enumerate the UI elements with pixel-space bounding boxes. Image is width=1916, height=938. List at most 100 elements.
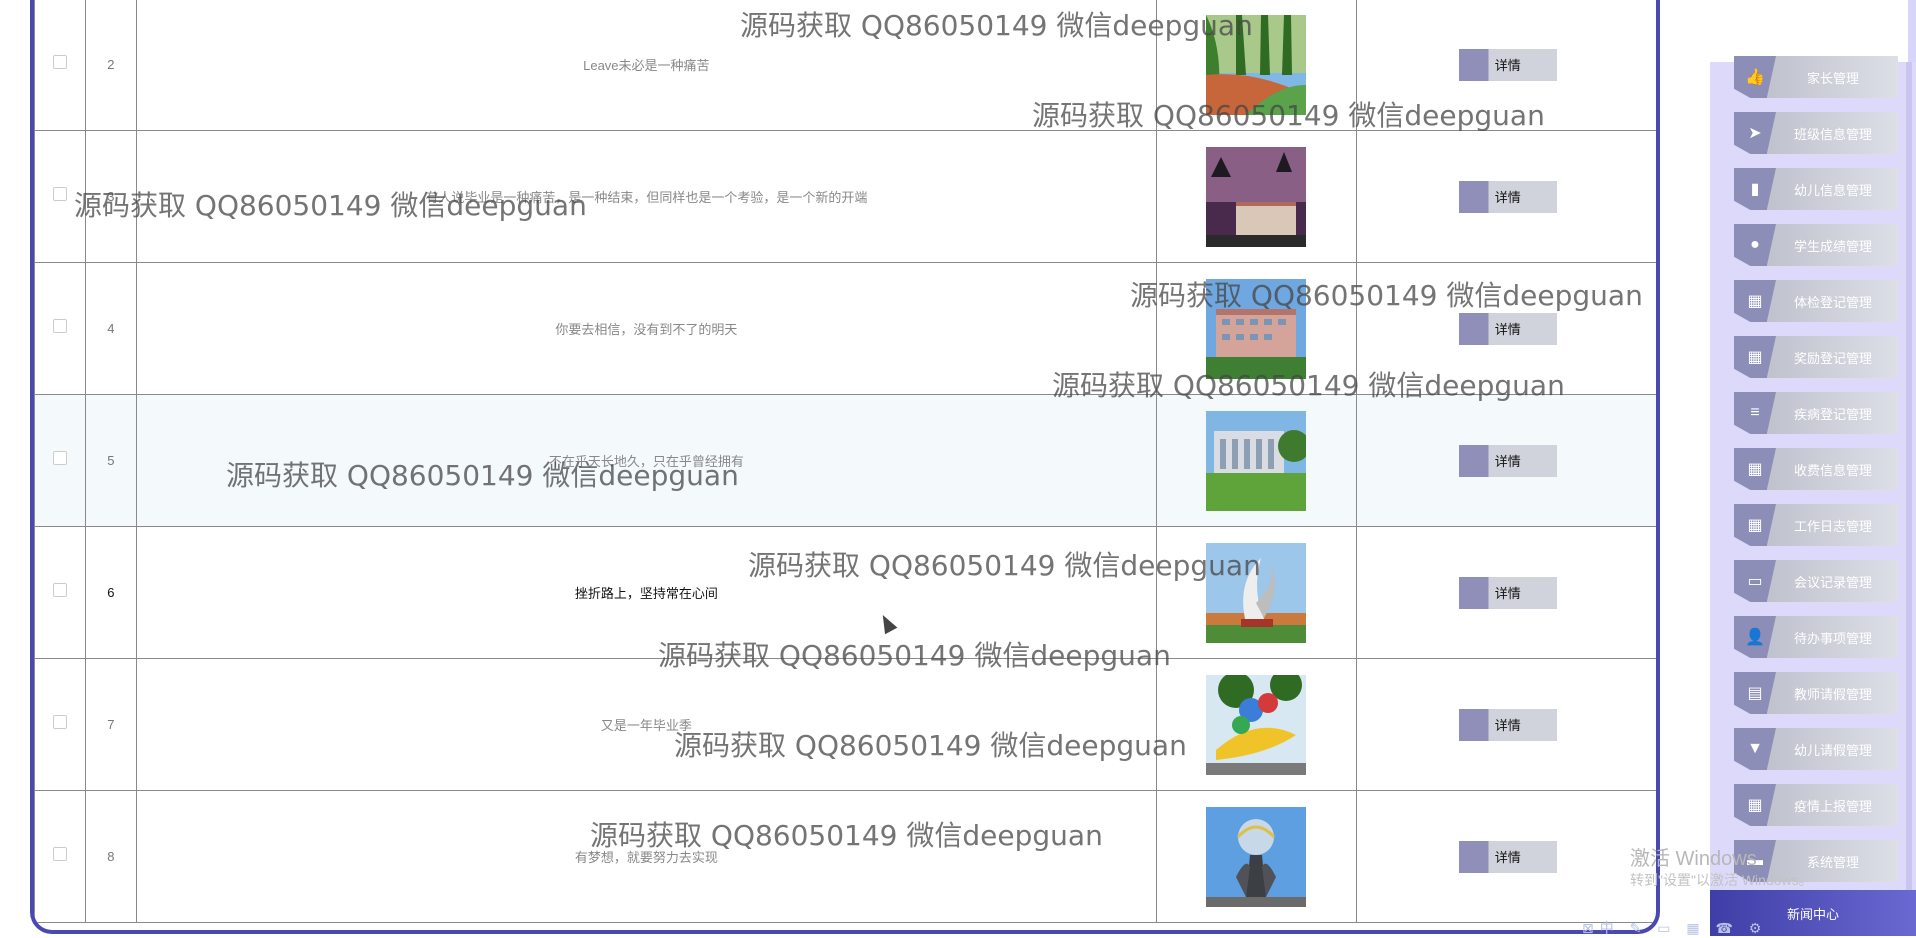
sidebar-item[interactable]: ▼ 幼儿请假管理 [1734, 728, 1898, 770]
row-checkbox-cell [34, 130, 86, 263]
row-thumbnail[interactable] [1157, 806, 1356, 907]
row-action-cell: 详情 [1355, 130, 1656, 263]
sidebar-item-label: 疾病登记管理 [1793, 406, 1872, 422]
row-title: Leave未必是一种痛苦 [135, 0, 1157, 131]
row-index: 3 [84, 130, 137, 263]
news-center-label: 新闻中心 [1786, 906, 1839, 922]
sidebar-item[interactable]: ➤ 班级信息管理 [1734, 112, 1898, 154]
grid-icon: ▦ [1734, 784, 1776, 826]
sidebar-item-label: 奖励登记管理 [1793, 350, 1872, 366]
sidebar-item-label: 会议记录管理 [1793, 574, 1872, 590]
sidebar-item[interactable]: ▬ 系统管理 [1734, 840, 1898, 882]
row-image-cell [1155, 130, 1357, 263]
detail-button[interactable]: 详情 [1458, 444, 1557, 477]
sidebar-item[interactable]: ▦ 收费信息管理 [1734, 448, 1898, 490]
row-checkbox-cell [34, 262, 86, 395]
row-index: 4 [84, 262, 137, 395]
sidebar-item[interactable]: ▦ 疫情上报管理 [1734, 784, 1898, 826]
row-action-cell: 详情 [1355, 262, 1656, 395]
sidebar-item[interactable]: ▦ 体检登记管理 [1734, 280, 1898, 322]
row-index: 8 [84, 790, 137, 923]
row-action-cell: 详情 [1355, 394, 1656, 527]
grid-icon: ▦ [1734, 336, 1776, 378]
detail-button-label: 详情 [1494, 454, 1521, 469]
pin-icon: ▼ [1734, 728, 1776, 770]
detail-button[interactable]: 详情 [1458, 180, 1557, 213]
row-title: 有人说毕业是一种痛苦，是一种结束，但同样也是一个考验，是一个新的开端 [135, 130, 1157, 263]
sidebar-item-label: 疫情上报管理 [1793, 798, 1872, 814]
table-row: 8 有梦想，就要努力去实现 详情 [34, 790, 1656, 923]
sidebar-item[interactable]: ● 学生成绩管理 [1734, 224, 1898, 266]
row-thumbnail[interactable] [1157, 674, 1356, 775]
detail-button-label: 详情 [1494, 850, 1521, 865]
sidebar-item[interactable]: 👍 家长管理 [1734, 56, 1898, 98]
row-thumbnail[interactable] [1157, 542, 1356, 643]
row-image-cell [1155, 526, 1357, 659]
table-row: 7 又是一年毕业季 详情 [34, 658, 1656, 791]
detail-button-label: 详情 [1494, 586, 1521, 601]
list-panel: 2 Leave未必是一种痛苦 详情 3 有人说毕业是一种痛苦，是一种结束，但同样也是一个… [30, 0, 1660, 934]
clipboard-icon: ▤ [1734, 672, 1776, 714]
sidebar-item[interactable]: ▮ 幼儿信息管理 [1734, 168, 1898, 210]
detail-button-label: 详情 [1494, 190, 1521, 205]
sidebar-item-label: 收费信息管理 [1793, 462, 1872, 478]
row-image-cell [1155, 394, 1357, 527]
row-thumbnail[interactable] [1157, 146, 1356, 247]
row-checkbox[interactable] [52, 583, 67, 597]
sidebar-item-label: 幼儿请假管理 [1793, 742, 1872, 758]
detail-button[interactable]: 详情 [1458, 48, 1557, 81]
row-thumbnail[interactable] [1157, 14, 1356, 115]
sidebar-item-label: 班级信息管理 [1793, 126, 1872, 142]
sidebar-menu: 👍 家长管理 ➤ 班级信息管理 ▮ 幼儿信息管理 ● 学生成绩管理 ▦ 体检登记管理 ▦ 奖励登记管理… [1710, 56, 1916, 936]
sidebar-item[interactable]: ≡ 疾病登记管理 [1734, 392, 1898, 434]
row-title: 挫折路上，坚持常在心间 [135, 526, 1157, 659]
detail-button[interactable]: 详情 [1458, 840, 1557, 873]
row-index: 6 [84, 526, 137, 659]
sidebar-item[interactable]: ▦ 奖励登记管理 [1734, 336, 1898, 378]
sidebar-item[interactable]: 👤 待办事项管理 [1734, 616, 1898, 658]
sidebar-item[interactable]: ▦ 工作日志管理 [1734, 504, 1898, 546]
row-checkbox[interactable] [52, 55, 67, 69]
row-action-cell: 详情 [1355, 790, 1656, 923]
row-thumbnail[interactable] [1157, 410, 1356, 511]
thumb-icon: 👍 [1734, 56, 1776, 98]
table-icon: ▦ [1734, 504, 1776, 546]
row-checkbox[interactable] [52, 451, 67, 465]
grid-icon: ▦ [1734, 280, 1776, 322]
row-checkbox[interactable] [52, 847, 67, 861]
monitor-icon: ▭ [1734, 560, 1776, 602]
ime-tray-icons[interactable]: ⊠中 ✎ ▭ ▦ ☎ ⚙ [1582, 918, 1767, 938]
sidebar-item-label: 学生成绩管理 [1793, 238, 1872, 254]
table-row: 5 不在乎天长地久，只在乎曾经拥有 详情 [34, 394, 1656, 527]
detail-button[interactable]: 详情 [1458, 576, 1557, 609]
row-index: 2 [84, 0, 137, 131]
bulb-icon: ● [1734, 224, 1776, 266]
row-title: 又是一年毕业季 [135, 658, 1157, 791]
detail-button-label: 详情 [1494, 322, 1521, 337]
row-title: 有梦想，就要努力去实现 [135, 790, 1157, 923]
send-icon: ➤ [1734, 112, 1776, 154]
row-checkbox-cell [34, 790, 86, 923]
row-title: 你要去相信，没有到不了的明天 [135, 262, 1157, 395]
row-thumbnail[interactable] [1157, 278, 1356, 379]
sidebar-item[interactable]: ▭ 会议记录管理 [1734, 560, 1898, 602]
sidebar-item-label: 体检登记管理 [1793, 294, 1872, 310]
sidebar-item[interactable]: ▤ 教师请假管理 [1734, 672, 1898, 714]
row-checkbox[interactable] [52, 187, 67, 201]
grid-icon: ▦ [1734, 448, 1776, 490]
sidebar-item-label: 工作日志管理 [1793, 518, 1872, 534]
row-image-cell [1155, 0, 1357, 131]
detail-button[interactable]: 详情 [1458, 708, 1557, 741]
row-image-cell [1155, 658, 1357, 791]
row-checkbox[interactable] [52, 319, 67, 333]
row-checkbox[interactable] [52, 715, 67, 729]
sidebar-item-label: 家长管理 [1806, 70, 1859, 86]
sidebar-item-label: 系统管理 [1806, 854, 1859, 870]
user-icon: 👤 [1734, 616, 1776, 658]
row-action-cell: 详情 [1355, 0, 1656, 131]
detail-button[interactable]: 详情 [1458, 312, 1557, 345]
row-image-cell [1155, 262, 1357, 395]
sidebar-scrollbar[interactable] [1906, 62, 1912, 924]
list-icon: ≡ [1734, 392, 1776, 434]
row-checkbox-cell [34, 526, 86, 659]
